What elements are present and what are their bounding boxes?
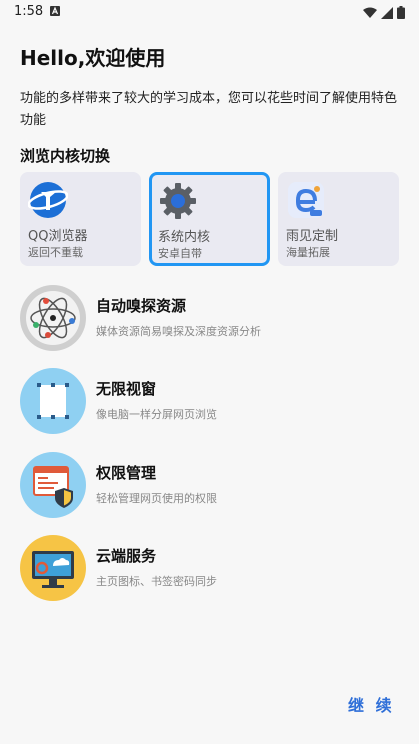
cloud-monitor-icon [20, 535, 86, 601]
feature-title: 无限视窗 [96, 380, 157, 398]
status-time: 1:58 [14, 4, 44, 19]
feature-item-cloud[interactable]: 云端服务 主页图标、书签密码同步 [20, 535, 400, 605]
kernel-section-title: 浏览内核切换 [20, 147, 111, 165]
feature-item-permission[interactable]: 权限管理 轻松管理网页使用的权限 [20, 452, 400, 522]
feature-title: 自动嗅探资源 [96, 297, 187, 315]
feature-item-sniff[interactable]: 自动嗅探资源 媒体资源简易嗅探及深度资源分析 [20, 285, 400, 355]
page-description: 功能的多样带来了较大的学习成本，您可以花些时间了解使用特色功能 [20, 91, 398, 128]
feature-title: 云端服务 [96, 547, 157, 565]
feature-subtitle: 媒体资源简易嗅探及深度资源分析 [96, 325, 261, 338]
kernel-card-custom[interactable]: 雨见定制 海量拓展 [278, 172, 399, 266]
shield-icon [20, 452, 86, 518]
page-title: Hello,欢迎使用 [20, 46, 166, 70]
yujian-browser-icon [288, 182, 324, 218]
kernel-name: 系统内核 [158, 230, 211, 245]
notification-a-icon [50, 6, 60, 16]
feature-subtitle: 主页图标、书签密码同步 [96, 575, 217, 588]
kernel-subtitle: 安卓自带 [158, 247, 202, 260]
feature-item-window[interactable]: 无限视窗 像电脑一样分屏网页浏览 [20, 368, 400, 438]
kernel-switcher: QQ浏览器 返回不重载 系统内核 安卓自带 雨见定制 海量拓展 [20, 172, 399, 268]
qq-browser-icon [28, 182, 68, 218]
kernel-name: 雨见定制 [286, 229, 339, 244]
signal-icon [381, 6, 393, 19]
feature-subtitle: 轻松管理网页使用的权限 [96, 492, 217, 505]
continue-button[interactable]: 继 续 [348, 692, 395, 716]
atom-icon [20, 285, 86, 351]
status-bar: 1:58 [0, 0, 419, 24]
battery-icon [397, 6, 405, 19]
gear-icon [160, 183, 196, 219]
kernel-card-qq[interactable]: QQ浏览器 返回不重载 [20, 172, 141, 266]
feature-title: 权限管理 [96, 464, 157, 482]
kernel-subtitle: 海量拓展 [286, 246, 330, 259]
kernel-subtitle: 返回不重载 [28, 246, 83, 259]
window-icon [20, 368, 86, 434]
wifi-icon [363, 7, 377, 18]
kernel-name: QQ浏览器 [28, 229, 88, 244]
feature-subtitle: 像电脑一样分屏网页浏览 [96, 408, 217, 421]
kernel-card-system[interactable]: 系统内核 安卓自带 [149, 172, 270, 266]
